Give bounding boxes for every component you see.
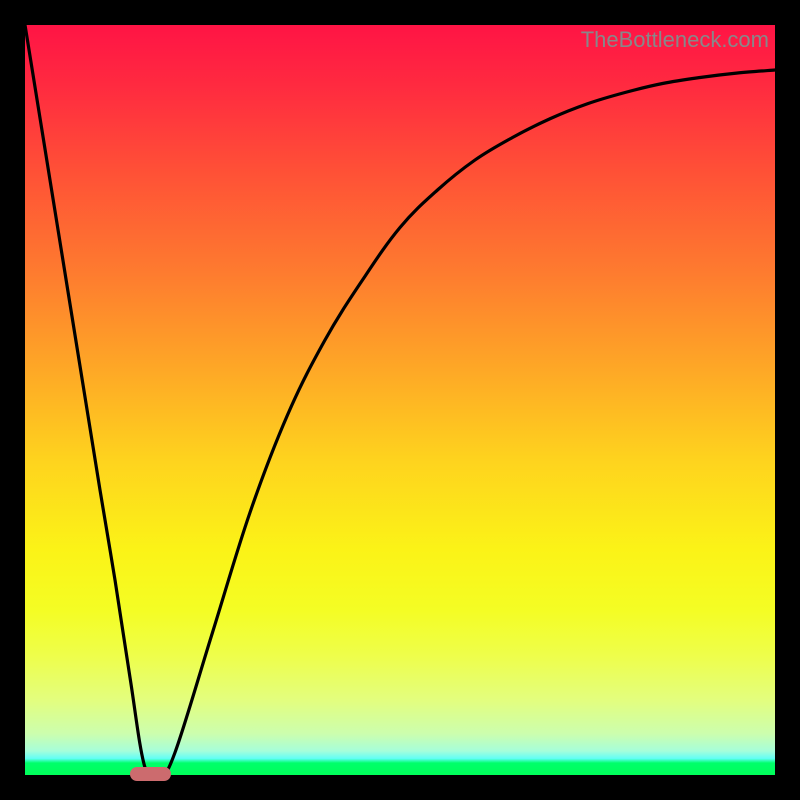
plot-area: TheBottleneck.com — [25, 25, 775, 775]
optimum-marker — [130, 767, 171, 781]
watermark-text: TheBottleneck.com — [581, 27, 769, 53]
curve-path — [25, 25, 775, 775]
chart-frame: TheBottleneck.com — [0, 0, 800, 800]
bottleneck-curve — [25, 25, 775, 775]
